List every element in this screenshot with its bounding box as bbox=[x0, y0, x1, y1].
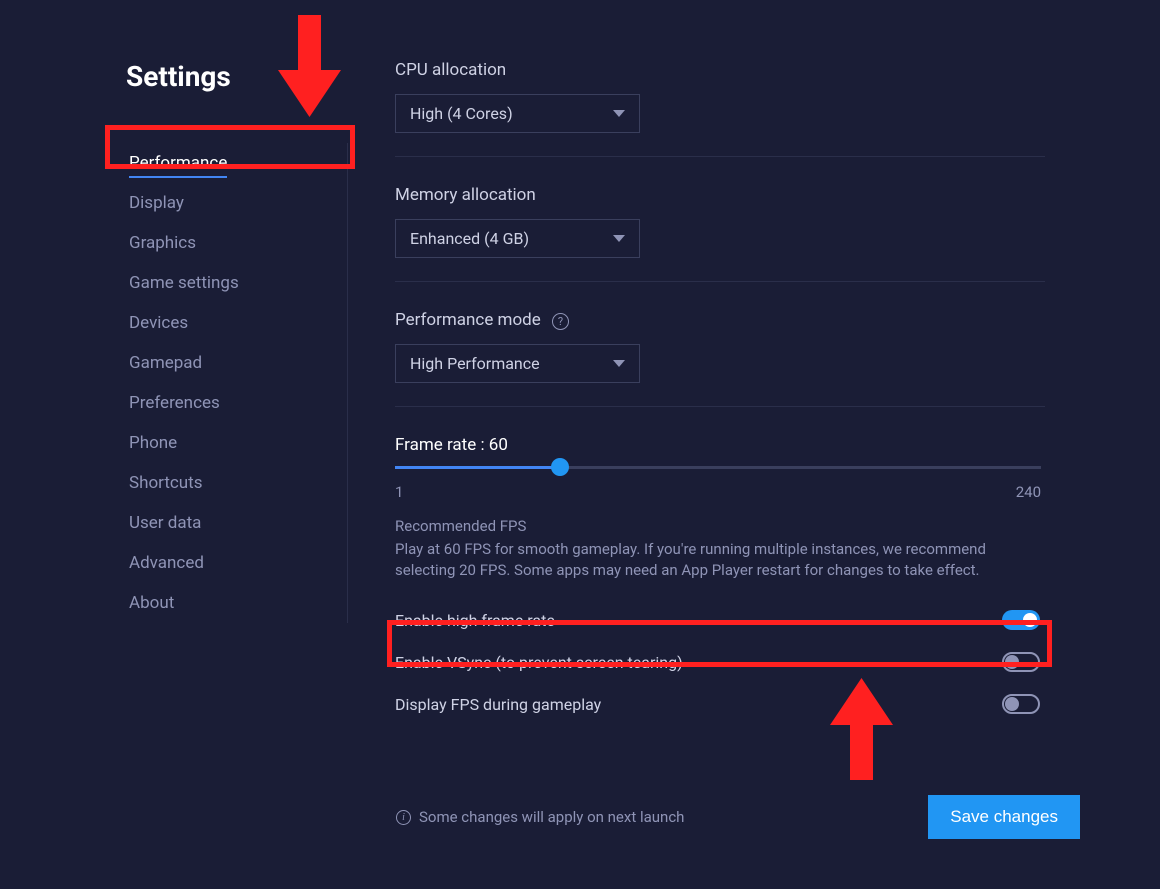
sidebar-item-gamepad[interactable]: Gamepad bbox=[123, 343, 317, 383]
frame-rate-label: Frame rate : 60 bbox=[395, 435, 1045, 455]
info-icon: i bbox=[396, 810, 411, 825]
sidebar-item-label: Performance bbox=[129, 153, 227, 178]
performance-mode-dropdown[interactable]: High Performance bbox=[395, 344, 640, 383]
toggle-thumb bbox=[1005, 655, 1019, 669]
sidebar-item-display[interactable]: Display bbox=[123, 183, 317, 223]
sidebar-item-shortcuts[interactable]: Shortcuts bbox=[123, 463, 317, 503]
slider-fill bbox=[395, 466, 560, 469]
chevron-down-icon bbox=[613, 360, 625, 367]
toggle-label-display-fps: Display FPS during gameplay bbox=[395, 695, 601, 714]
slider-track bbox=[395, 466, 1041, 469]
toggle-label-high-fps: Enable high frame rate bbox=[395, 611, 555, 630]
sidebar-item-phone[interactable]: Phone bbox=[123, 423, 317, 463]
help-icon[interactable]: ? bbox=[552, 313, 569, 330]
footer: i Some changes will apply on next launch… bbox=[396, 795, 1080, 839]
memory-allocation-label: Memory allocation bbox=[395, 185, 1045, 205]
toggle-thumb bbox=[1023, 613, 1037, 627]
performance-mode-label: Performance mode ? bbox=[395, 310, 1045, 330]
slider-thumb[interactable] bbox=[551, 458, 569, 476]
sidebar-item-graphics[interactable]: Graphics bbox=[123, 223, 317, 263]
dropdown-value: High Performance bbox=[410, 354, 540, 373]
toggle-high-frame-rate[interactable] bbox=[1002, 610, 1040, 630]
recommended-fps-text: Play at 60 FPS for smooth gameplay. If y… bbox=[395, 539, 1038, 581]
cpu-allocation-dropdown[interactable]: High (4 Cores) bbox=[395, 94, 640, 133]
cpu-allocation-label: CPU allocation bbox=[395, 60, 1045, 80]
chevron-down-icon bbox=[613, 235, 625, 242]
save-changes-button[interactable]: Save changes bbox=[928, 795, 1080, 839]
dropdown-value: High (4 Cores) bbox=[410, 104, 513, 123]
sidebar-item-about[interactable]: About bbox=[123, 583, 317, 623]
toggle-thumb bbox=[1005, 697, 1019, 711]
sidebar-item-performance[interactable]: Performance bbox=[123, 143, 317, 183]
main-content: CPU allocation High (4 Cores) Memory all… bbox=[348, 60, 1160, 733]
toggle-vsync[interactable] bbox=[1002, 652, 1040, 672]
memory-allocation-dropdown[interactable]: Enhanced (4 GB) bbox=[395, 219, 640, 258]
sidebar-item-user-data[interactable]: User data bbox=[123, 503, 317, 543]
sidebar-item-game-settings[interactable]: Game settings bbox=[123, 263, 317, 303]
annotation-arrow-up bbox=[830, 678, 893, 780]
frame-rate-slider[interactable] bbox=[395, 466, 1041, 469]
toggle-label-vsync: Enable VSync (to prevent screen tearing) bbox=[395, 653, 683, 672]
settings-sidebar: Performance Display Graphics Game settin… bbox=[123, 143, 348, 623]
chevron-down-icon bbox=[613, 110, 625, 117]
recommended-fps-title: Recommended FPS bbox=[395, 517, 1045, 535]
sidebar-item-preferences[interactable]: Preferences bbox=[123, 383, 317, 423]
annotation-arrow-down bbox=[278, 15, 341, 117]
slider-range-labels: 1 240 bbox=[395, 483, 1041, 501]
slider-min: 1 bbox=[395, 483, 403, 501]
dropdown-value: Enhanced (4 GB) bbox=[410, 229, 529, 248]
slider-max: 240 bbox=[1016, 483, 1041, 501]
footer-note: i Some changes will apply on next launch bbox=[396, 808, 684, 826]
sidebar-item-advanced[interactable]: Advanced bbox=[123, 543, 317, 583]
toggle-display-fps[interactable] bbox=[1002, 694, 1040, 714]
sidebar-item-devices[interactable]: Devices bbox=[123, 303, 317, 343]
